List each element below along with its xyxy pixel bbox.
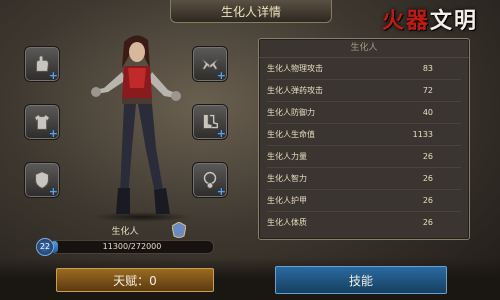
stat-value: 26 [422, 152, 433, 161]
xp-text: 11300/272000 [102, 242, 162, 251]
add-icon: + [216, 185, 226, 198]
skill-button-label: 技能 [348, 273, 373, 288]
add-icon: + [216, 127, 226, 140]
stat-row: 生化人生命值 1133 [267, 125, 461, 146]
equip-slot-necklace[interactable]: + [192, 162, 228, 198]
talent-button[interactable]: 天赋：0 [56, 268, 214, 292]
equip-slot-glove[interactable]: + [24, 46, 60, 82]
stat-label: 生化人生命值 [267, 130, 315, 139]
stat-label: 生化人护甲 [267, 196, 307, 205]
xp-bar: 11300/272000 [50, 240, 214, 254]
add-icon: + [48, 185, 58, 198]
logo-text-2: 文明 [430, 8, 479, 34]
stats-panel: 生化人 生化人物理攻击 83 生化人弹药攻击 72 生化人防御力 40 生化人生… [258, 38, 470, 240]
stat-label: 生化人智力 [267, 174, 307, 183]
stat-value: 72 [422, 86, 433, 95]
stat-label: 生化人体质 [267, 218, 307, 227]
stat-value: 1133 [412, 130, 433, 139]
skill-button[interactable]: 技能 [275, 266, 447, 294]
stat-row: 生化人护甲 26 [267, 191, 461, 212]
equip-slot-boots[interactable]: + [192, 104, 228, 140]
add-icon: + [216, 69, 226, 82]
stat-row: 生化人体质 26 [267, 213, 461, 233]
add-icon: + [48, 69, 58, 82]
stat-row: 生化人智力 26 [267, 169, 461, 190]
stat-row: 生化人弹药攻击 72 [267, 81, 461, 102]
equip-slot-weapon[interactable]: + [192, 46, 228, 82]
stat-value: 26 [422, 196, 433, 205]
stat-label: 生化人弹药攻击 [267, 86, 323, 95]
talent-button-label: 天赋：0 [113, 273, 157, 288]
stat-value: 26 [422, 218, 433, 227]
page-title: 生化人详情 [170, 0, 332, 23]
game-logo: 火器 文明 [366, 4, 494, 34]
logo-text-1: 火器 [381, 8, 430, 34]
character-figure [82, 28, 194, 228]
page-title-text: 生化人详情 [220, 4, 281, 19]
stat-value: 26 [422, 174, 433, 183]
stat-row: 生化人力量 26 [267, 147, 461, 168]
stat-row: 生化人物理攻击 83 [267, 59, 461, 80]
stat-value: 83 [422, 64, 433, 73]
equip-slot-shield[interactable]: + [24, 162, 60, 198]
level-badge: 22 [36, 238, 54, 256]
stat-label: 生化人防御力 [267, 108, 315, 117]
stat-label: 生化人力量 [267, 152, 307, 161]
stats-panel-title: 生化人 [259, 39, 469, 58]
character-name: 生化人 [111, 227, 139, 237]
equip-slot-armor[interactable]: + [24, 104, 60, 140]
stat-value: 40 [422, 108, 433, 117]
stat-label: 生化人物理攻击 [267, 64, 323, 73]
stat-row: 生化人防御力 40 [267, 103, 461, 124]
add-icon: + [48, 127, 58, 140]
